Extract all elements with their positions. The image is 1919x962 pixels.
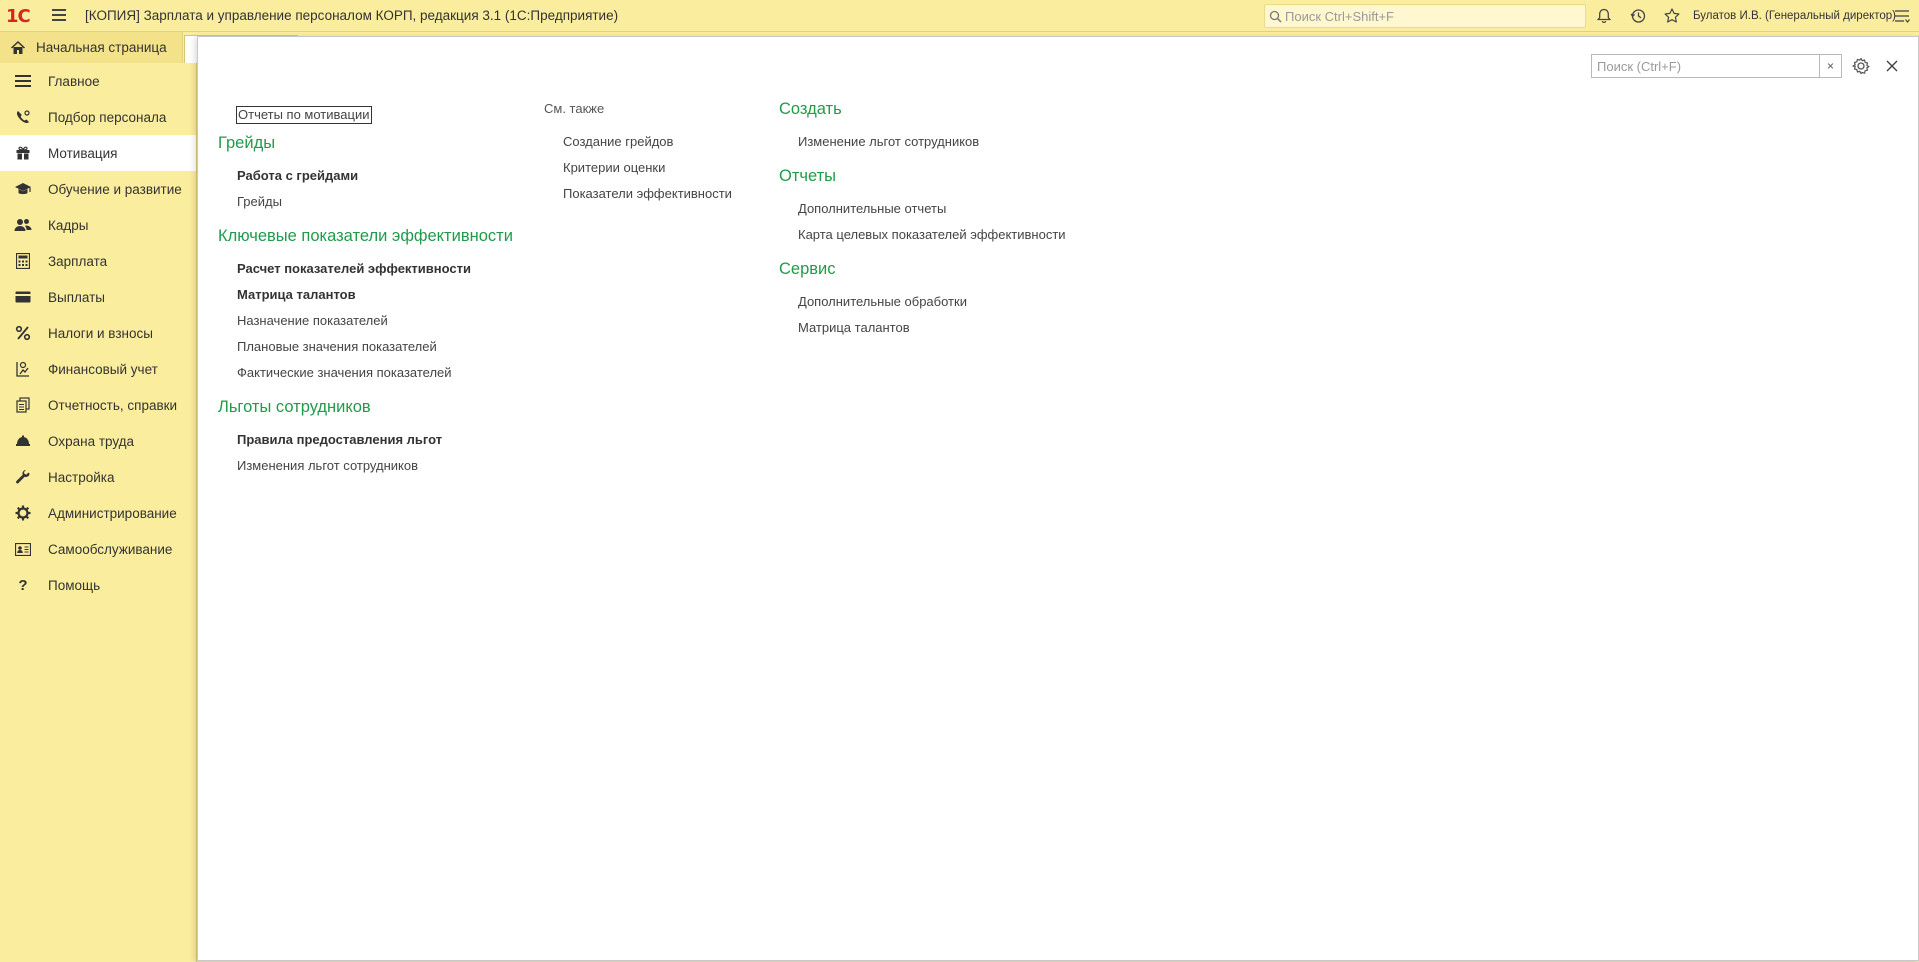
section-title-benefits: Льготы сотрудников [218,398,371,416]
phone-person-icon [14,108,32,126]
sidebar-item-help[interactable]: ? Помощь [0,567,196,603]
question-icon: ? [18,576,28,594]
sidebar-item-hr[interactable]: Кадры [0,207,196,243]
link-grades[interactable]: Грейды [237,189,508,215]
search-icon [1269,10,1282,23]
app-logo[interactable]: 1С [6,6,31,27]
link-kpi-target-map[interactable]: Карта целевых показателей эффективности [798,222,1099,248]
sidebar-item-reports[interactable]: Отчетность, справки [0,387,196,423]
clear-search-button[interactable]: × [1820,54,1842,78]
link-kpi-planned[interactable]: Плановые значения показателей [237,334,508,360]
helmet-icon [14,432,32,450]
link-kpi-assignment[interactable]: Назначение показателей [237,308,508,334]
sidebar-item-salary[interactable]: Зарплата [0,243,196,279]
reports-icon [14,396,32,414]
top-bar: 1С [КОПИЯ] Зарплата и управление персона… [0,0,1919,32]
gear-icon [14,504,32,522]
section-title-service: Сервис [779,260,836,278]
link-create-grades[interactable]: Создание грейдов [563,129,764,155]
sidebar-item-motivation[interactable]: Мотивация [0,135,196,171]
tab-home-label: Начальная страница [36,40,167,55]
link-talent-matrix-service[interactable]: Матрица талантов [798,315,1099,341]
graduation-cap-icon [14,180,32,198]
menu-lines-icon [14,72,32,90]
clear-icon: × [1826,59,1834,73]
section-title-grades: Грейды [218,134,276,152]
panel-settings-gear-icon[interactable] [1851,56,1871,76]
sidebar-item-payments[interactable]: Выплаты [0,279,196,315]
panel-search-input[interactable] [1592,55,1819,77]
bell-icon[interactable] [1595,7,1613,25]
gift-icon [14,144,32,162]
section-panel: × Отчеты по мотивации Грейды Работа с гр… [197,36,1919,961]
link-benefit-rules[interactable]: Правила предоставления льгот [237,427,508,453]
sidebar: Главное Подбор персонала Мотивация Обуче… [0,63,197,962]
link-benefit-changes[interactable]: Изменения льгот сотрудников [237,453,508,479]
see-also-title: См. также [544,101,605,116]
section-title-kpi: Ключевые показатели эффективности [218,227,513,245]
user-name[interactable]: Булатов И.В. (Генеральный директор) [1693,10,1896,22]
main-menu-icon[interactable] [52,9,66,21]
sidebar-item-finance[interactable]: Финансовый учет [0,351,196,387]
link-additional-reports[interactable]: Дополнительные отчеты [798,196,1099,222]
card-icon [14,288,32,306]
people-icon [14,216,32,234]
global-search-input[interactable] [1285,7,1581,25]
link-performance-indicators[interactable]: Показатели эффективности [563,181,764,207]
sidebar-item-selfservice[interactable]: Самообслуживание [0,531,196,567]
sidebar-item-settings[interactable]: Настройка [0,459,196,495]
column-see-also: См. также Создание грейдов Критерии оцен… [544,101,764,207]
settings-menu-icon[interactable] [1893,7,1911,25]
ledger-icon [14,360,32,378]
home-icon [10,40,26,54]
percent-icon [14,324,32,342]
link-motivation-reports[interactable]: Отчеты по мотивации [236,102,508,128]
panel-search[interactable] [1591,54,1820,78]
column-main: Отчеты по мотивации Грейды Работа с грей… [218,102,513,479]
wrench-icon [14,468,32,486]
sidebar-item-administration[interactable]: Администрирование [0,495,196,531]
sidebar-item-safety[interactable]: Охрана труда [0,423,196,459]
sidebar-item-training[interactable]: Обучение и развитие [0,171,196,207]
sidebar-item-taxes[interactable]: Налоги и взносы [0,315,196,351]
history-icon[interactable] [1629,7,1647,25]
global-search[interactable] [1264,4,1586,28]
app-title: [КОПИЯ] Зарплата и управление персоналом… [85,8,619,23]
calculator-icon [14,252,32,270]
link-kpi-actual[interactable]: Фактические значения показателей [237,360,508,386]
tab-home[interactable]: Начальная страница [0,32,183,63]
link-additional-processing[interactable]: Дополнительные обработки [798,289,1099,315]
link-work-with-grades[interactable]: Работа с грейдами [237,163,508,189]
sidebar-item-main[interactable]: Главное [0,63,196,99]
sidebar-item-recruitment[interactable]: Подбор персонала [0,99,196,135]
section-title-create: Создать [779,100,842,118]
favorites-star-icon[interactable] [1663,7,1681,25]
id-card-icon [14,540,32,558]
close-icon[interactable] [1883,57,1901,75]
section-title-reports: Отчеты [779,167,837,185]
link-talent-matrix[interactable]: Матрица талантов [237,282,508,308]
link-change-benefits[interactable]: Изменение льгот сотрудников [798,129,1099,155]
link-evaluation-criteria[interactable]: Критерии оценки [563,155,764,181]
column-actions: Создать Изменение льгот сотрудников Отче… [779,100,1099,341]
link-kpi-calculation[interactable]: Расчет показателей эффективности [237,256,508,282]
